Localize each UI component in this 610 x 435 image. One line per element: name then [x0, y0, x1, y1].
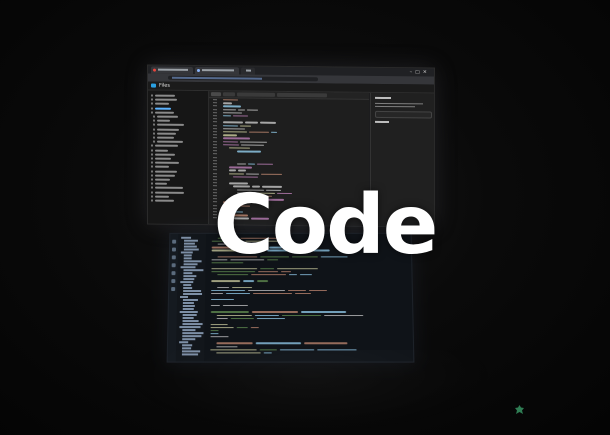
sidebar-item[interactable] — [155, 107, 171, 110]
sidebar-item[interactable] — [155, 165, 169, 169]
overlay-title: Code — [213, 178, 439, 273]
green-sticker-icon — [515, 405, 524, 414]
photo-scene: –▢✕ Files Code — [0, 0, 610, 435]
sidebar-item[interactable] — [155, 98, 177, 101]
sidebar-item[interactable] — [155, 161, 179, 165]
sidebar-item[interactable] — [155, 170, 177, 173]
sidebar-item[interactable] — [157, 119, 170, 122]
sidebar-item[interactable] — [155, 144, 178, 148]
editor-tab[interactable] — [277, 92, 327, 98]
window-controls[interactable]: –▢✕ — [410, 69, 430, 75]
url-field[interactable] — [168, 75, 318, 82]
sidebar-item[interactable] — [157, 128, 179, 131]
details-dropdown[interactable] — [375, 110, 432, 119]
sidebar-item[interactable] — [155, 157, 171, 160]
sidebar-item[interactable] — [155, 149, 168, 152]
editor-tab[interactable] — [211, 92, 221, 97]
editor-tab[interactable] — [223, 92, 235, 97]
tab-favicon-icon — [153, 68, 156, 72]
sidebar-item[interactable] — [155, 94, 175, 97]
sidebar-item[interactable] — [157, 115, 178, 118]
sidebar-item[interactable] — [157, 140, 183, 144]
tab-favicon-icon — [197, 69, 200, 73]
sidebar-item[interactable] — [155, 102, 169, 106]
app-logo-icon — [151, 83, 156, 88]
editor-tab[interactable] — [237, 92, 275, 97]
sidebar-item[interactable] — [155, 153, 175, 156]
app-title: Files — [159, 82, 170, 89]
sidebar-item[interactable] — [157, 136, 174, 139]
sidebar-item[interactable] — [157, 123, 184, 127]
sidebar-item[interactable] — [157, 132, 176, 135]
sidebar-item[interactable] — [155, 111, 174, 114]
